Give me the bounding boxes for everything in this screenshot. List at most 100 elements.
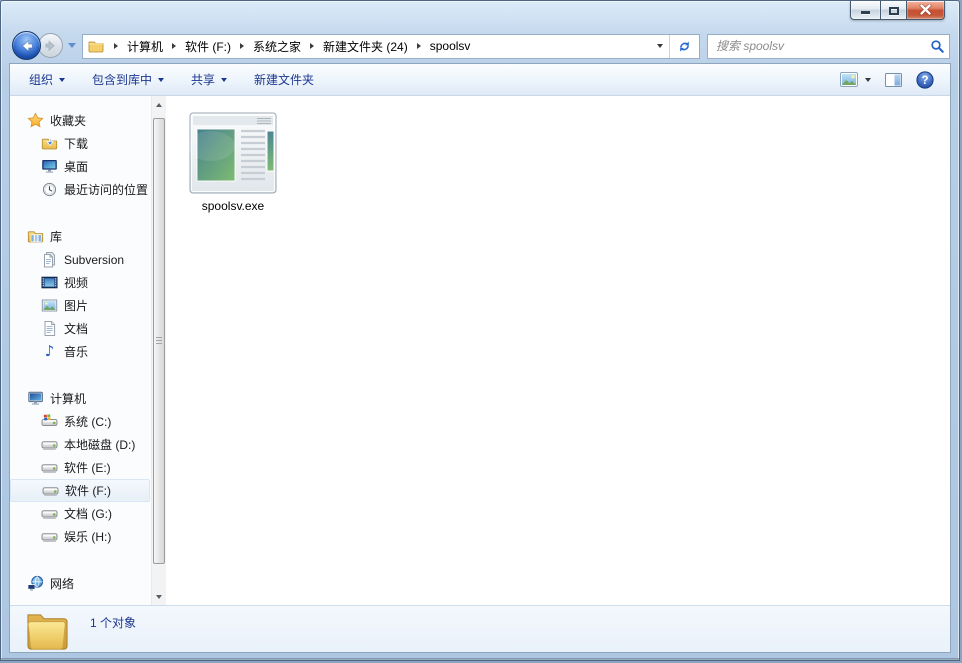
scroll-down-button[interactable] [152, 588, 166, 605]
file-item[interactable]: spoolsv.exe [186, 112, 280, 213]
sidebar-item-label: 本地磁盘 (D:) [64, 436, 135, 453]
folder-icon [24, 608, 71, 653]
forward-button[interactable] [38, 33, 63, 58]
item-count: 1 个对象 [90, 614, 136, 631]
navigation-pane: 收藏夹下载桌面最近访问的位置库 Subversion 视频图片文档 ♪音乐计算机系统 … [10, 96, 151, 605]
sidebar-item[interactable]: 最近访问的位置 [10, 178, 151, 201]
breadcrumb-item[interactable]: 软件 (F:) [183, 38, 233, 55]
breadcrumb-separator-icon [310, 43, 314, 49]
triangle-down-icon [156, 595, 162, 599]
address-dropdown-button[interactable] [651, 35, 669, 58]
toolbar-button[interactable]: 组织 [29, 71, 65, 88]
sidebar-item[interactable]: 娱乐 (H:) [10, 525, 151, 548]
sidebar-section-label: 网络 [50, 575, 74, 592]
breadcrumb-item[interactable]: 系统之家 [251, 38, 303, 55]
sidebar-item[interactable]: 桌面 [10, 155, 151, 178]
sidebar-scrollbar[interactable] [151, 96, 166, 605]
breadcrumb-item[interactable]: spoolsv [428, 39, 473, 53]
system-drive-icon [41, 413, 58, 430]
scrollbar-thumb[interactable] [153, 118, 165, 564]
command-toolbar: 组织 包含到库中 共享 新建文件夹 [10, 64, 950, 96]
preview-pane-icon [885, 73, 902, 87]
toolbar-button-label: 组织 [29, 71, 53, 88]
download-icon [41, 135, 58, 152]
breadcrumb-item[interactable]: 新建文件夹 (24) [321, 38, 410, 55]
sidebar-section-header[interactable]: 收藏夹 [10, 109, 151, 132]
refresh-button[interactable] [669, 35, 699, 58]
sidebar-item-label: 娱乐 (H:) [64, 528, 111, 545]
sidebar-item-label: 软件 (F:) [65, 482, 111, 499]
file-list[interactable]: spoolsv.exe [166, 96, 950, 605]
close-button[interactable] [907, 1, 945, 20]
toolbar-button[interactable]: 包含到库中 [92, 71, 164, 88]
toolbar-button[interactable]: 共享 [191, 71, 227, 88]
titlebar[interactable] [1, 1, 959, 29]
minimize-button[interactable] [850, 1, 880, 20]
chevron-down-icon [221, 78, 227, 82]
explorer-window: 计算机软件 (F:)系统之家新建文件夹 (24)spoolsv [0, 0, 960, 661]
help-button[interactable]: ? [916, 71, 934, 89]
library-icon [27, 228, 44, 245]
search-box [707, 34, 950, 59]
network-icon [27, 575, 44, 592]
sidebar-item-label: 图片 [64, 297, 88, 314]
sidebar-item[interactable]: 本地磁盘 (D:) [10, 433, 151, 456]
sidebar-item[interactable]: 系统 (C:) [10, 410, 151, 433]
nav-buttons [10, 29, 82, 63]
file-name: spoolsv.exe [186, 199, 280, 213]
breadcrumb-separator-icon [417, 43, 421, 49]
music-icon: ♪ [41, 343, 58, 360]
sidebar-item[interactable]: 视频 [10, 271, 151, 294]
toolbar-button-label: 共享 [191, 71, 215, 88]
star-icon [27, 112, 44, 129]
sidebar-item-label: 最近访问的位置 [64, 181, 148, 198]
maximize-button[interactable] [880, 1, 907, 20]
sidebar-item-label: 下载 [64, 135, 88, 152]
sidebar-section-label: 计算机 [50, 390, 86, 407]
sidebar-section-header[interactable]: 计算机 [10, 387, 151, 410]
breadcrumb: 计算机 软件 (F:) 系统之家 新建文件夹 (24) spoolsv [107, 38, 472, 55]
breadcrumb-separator-icon [172, 43, 176, 49]
preview-pane-button[interactable] [885, 73, 902, 87]
chevron-down-icon [657, 44, 663, 48]
search-icon[interactable] [925, 39, 949, 54]
sidebar-item[interactable]: Subversion [10, 248, 151, 271]
video-icon [41, 274, 58, 291]
breadcrumb-item[interactable]: 计算机 [125, 38, 165, 55]
sidebar-item-label: 桌面 [64, 158, 88, 175]
views-icon [840, 72, 858, 87]
sidebar-item[interactable]: 图片 [10, 294, 151, 317]
sidebar-section: 网络 [10, 572, 151, 595]
window-controls [850, 1, 945, 20]
sidebar-section-header[interactable]: 网络 [10, 572, 151, 595]
drive-icon [41, 528, 58, 545]
pages-icon [41, 251, 58, 268]
recent-places-icon [41, 181, 58, 198]
recent-pages-dropdown-icon[interactable] [68, 43, 76, 48]
address-bar[interactable]: 计算机 软件 (F:) 系统之家 新建文件夹 (24) spoolsv [82, 34, 700, 59]
sidebar-item[interactable]: 文档 (G:) [10, 502, 151, 525]
application-icon [189, 112, 277, 194]
scroll-up-button[interactable] [152, 96, 166, 113]
status-bar: 1 个对象 [10, 605, 950, 652]
sidebar-item[interactable]: 软件 (E:) [10, 456, 151, 479]
back-button[interactable] [12, 31, 41, 60]
toolbar-button[interactable]: 新建文件夹 [254, 71, 314, 88]
chevron-down-icon [158, 78, 164, 82]
sidebar-section-header[interactable]: 库 [10, 225, 151, 248]
sidebar-item[interactable]: 下载 [10, 132, 151, 155]
sidebar-item-label: Subversion [64, 253, 124, 267]
breadcrumb-separator-icon [240, 43, 244, 49]
drive-icon [41, 505, 58, 522]
sidebar-item[interactable]: 文档 [10, 317, 151, 340]
document-icon [41, 320, 58, 337]
sidebar-item[interactable]: 软件 (F:) [10, 479, 150, 502]
chevron-down-icon [59, 78, 65, 82]
sidebar-item[interactable]: ♪音乐 [10, 340, 151, 363]
sidebar-item-label: 文档 [64, 320, 88, 337]
desktop-icon [41, 158, 58, 175]
search-input[interactable] [708, 39, 925, 53]
sidebar-section: 收藏夹下载桌面最近访问的位置 [10, 109, 151, 201]
views-button[interactable] [840, 72, 871, 87]
forward-arrow-icon [44, 40, 57, 52]
